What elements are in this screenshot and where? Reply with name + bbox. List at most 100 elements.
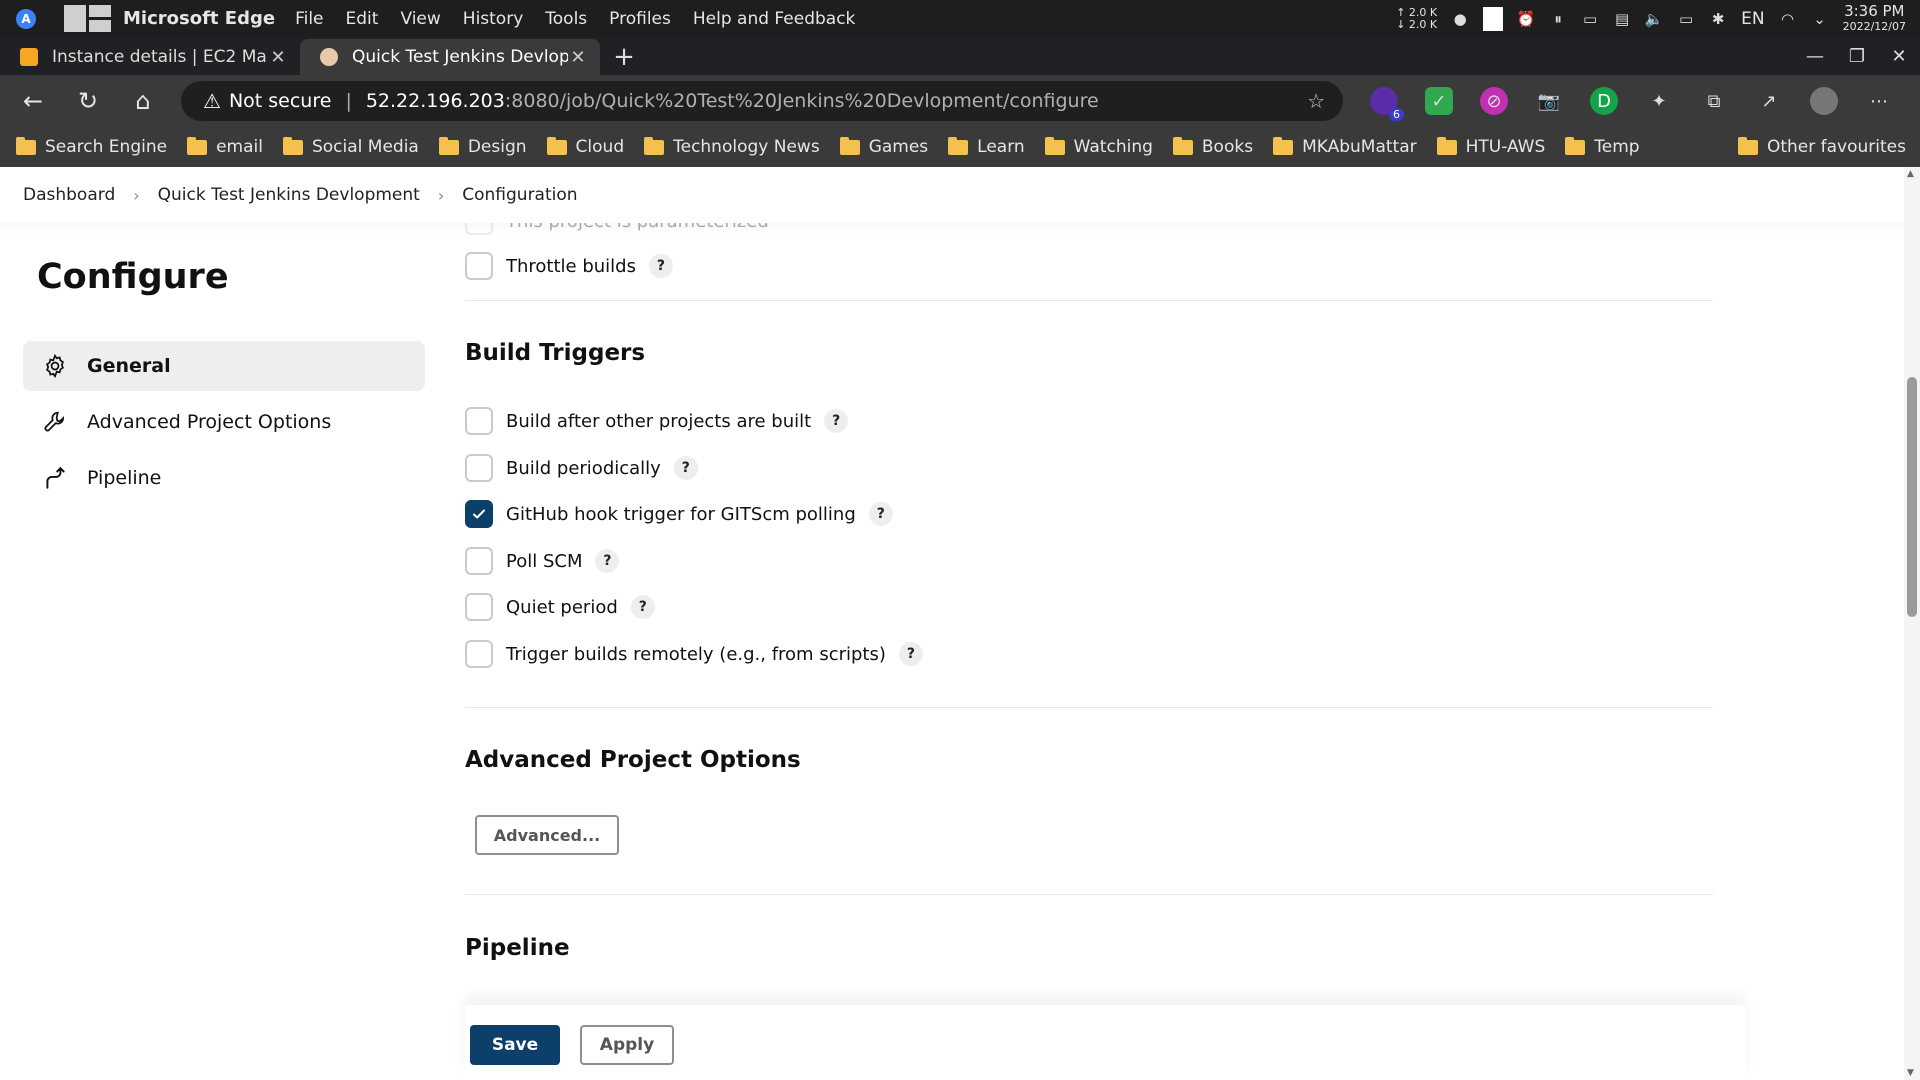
trigger-github-hook[interactable]: GitHub hook trigger for GITScm polling ?: [465, 500, 893, 528]
bookmark-folder[interactable]: Temp: [1565, 136, 1640, 157]
note-icon[interactable]: [1483, 6, 1504, 31]
advanced-button[interactable]: Advanced...: [475, 815, 619, 855]
sidebar-item-advanced[interactable]: Advanced Project Options: [23, 397, 425, 447]
scroll-down-icon[interactable]: ▼: [1907, 1068, 1914, 1078]
checkbox[interactable]: [465, 252, 493, 280]
page-scrollbar[interactable]: ▲ ▼: [1904, 167, 1920, 1080]
help-icon[interactable]: ?: [673, 456, 698, 480]
bookmarks-bar: Search Engine email Social Media Design …: [0, 127, 1920, 167]
clock[interactable]: 3:36 PM 2022/12/07: [1843, 3, 1906, 34]
breadcrumb-dashboard[interactable]: Dashboard: [23, 185, 115, 205]
bookmark-folder[interactable]: Design: [438, 136, 527, 157]
breadcrumb-configuration[interactable]: Configuration: [462, 185, 577, 205]
bookmark-other-favourites[interactable]: Other favourites: [1737, 136, 1906, 157]
menu-view[interactable]: View: [400, 9, 440, 29]
back-icon[interactable]: ←: [11, 79, 55, 123]
sidebar-item-pipeline[interactable]: Pipeline: [23, 453, 425, 503]
more-menu-icon[interactable]: ⋯: [1865, 87, 1893, 115]
bookmark-folder[interactable]: Technology News: [644, 136, 820, 157]
trigger-quiet-period[interactable]: Quiet period ?: [465, 593, 655, 621]
chevron-down-icon[interactable]: ⌄: [1811, 10, 1829, 28]
profile-avatar[interactable]: [1810, 87, 1838, 115]
scrollbar-thumb[interactable]: [1907, 377, 1917, 617]
scroll-up-icon[interactable]: ▲: [1907, 169, 1914, 179]
apply-button[interactable]: Apply: [580, 1025, 674, 1065]
app-launcher-icon[interactable]: A: [16, 8, 36, 29]
extension-badge-icon[interactable]: 6: [1370, 87, 1404, 121]
language-indicator[interactable]: EN: [1741, 9, 1764, 29]
checkbox[interactable]: [465, 593, 493, 621]
help-icon[interactable]: ?: [824, 409, 849, 433]
bookmark-folder[interactable]: Search Engine: [16, 136, 167, 157]
folder-icon: [1565, 136, 1586, 155]
checkbox[interactable]: [465, 547, 493, 575]
bookmark-folder[interactable]: Learn: [948, 136, 1025, 157]
sidebar-item-general[interactable]: General: [23, 341, 425, 391]
checkbox-checked[interactable]: [465, 500, 493, 528]
help-icon[interactable]: ?: [648, 254, 673, 278]
clipboard-icon[interactable]: ▤: [1613, 10, 1631, 28]
volume-icon[interactable]: 🔈: [1645, 10, 1664, 28]
wifi-icon[interactable]: ◠: [1779, 10, 1797, 28]
bookmark-folder[interactable]: Cloud: [546, 136, 624, 157]
url-host: 52.22.196.203: [365, 90, 505, 112]
help-icon[interactable]: ?: [630, 595, 655, 619]
battery-icon[interactable]: ▭: [1677, 10, 1695, 28]
menu-profiles[interactable]: Profiles: [609, 9, 671, 29]
terminal-icon[interactable]: ▭: [1581, 10, 1599, 28]
bookmark-folder[interactable]: MKAbuMattar: [1273, 136, 1417, 157]
bluetooth-icon[interactable]: ✱: [1709, 10, 1727, 28]
security-label[interactable]: Not secure: [229, 90, 332, 112]
address-bar[interactable]: ⚠ Not secure | 52.22.196.203 :8080/job/Q…: [181, 81, 1343, 121]
puzzle-icon[interactable]: ✦: [1645, 87, 1673, 115]
shield-icon[interactable]: ✓: [1425, 87, 1453, 115]
grammar-icon[interactable]: D: [1590, 87, 1618, 115]
close-icon[interactable]: ✕: [568, 47, 588, 68]
checkbox[interactable]: [465, 407, 493, 435]
camera-icon[interactable]: 📷: [1535, 87, 1563, 115]
trigger-builds-remotely[interactable]: Trigger builds remotely (e.g., from scri…: [465, 640, 923, 668]
alarm-icon[interactable]: ⏰: [1517, 10, 1536, 28]
trigger-build-after-other[interactable]: Build after other projects are built ?: [465, 407, 849, 435]
minimize-icon[interactable]: —: [1794, 46, 1836, 67]
menu-history[interactable]: History: [463, 9, 523, 29]
pause-icon[interactable]: ⏸: [1549, 10, 1567, 28]
tab-jenkins[interactable]: Quick Test Jenkins Devlopment Config [Je…: [300, 39, 600, 75]
page-title: Configure: [37, 257, 229, 297]
share-icon[interactable]: ↗: [1755, 87, 1783, 115]
bookmark-folder[interactable]: Games: [839, 136, 928, 157]
blocker-icon[interactable]: ⊘: [1480, 87, 1508, 115]
workspace-switcher-icon[interactable]: [64, 5, 111, 32]
option-throttle-builds[interactable]: Throttle builds ?: [465, 252, 673, 280]
bookmark-folder[interactable]: HTU-AWS: [1436, 136, 1545, 157]
close-window-icon[interactable]: ✕: [1878, 46, 1920, 67]
favorite-star-icon[interactable]: ☆: [1307, 89, 1325, 113]
help-icon[interactable]: ?: [898, 642, 923, 666]
record-icon[interactable]: ●: [1451, 10, 1469, 28]
new-tab-button[interactable]: +: [604, 39, 644, 75]
warning-icon[interactable]: ⚠: [203, 89, 221, 113]
trigger-poll-scm[interactable]: Poll SCM ?: [465, 547, 620, 575]
menu-file[interactable]: File: [295, 9, 323, 29]
tab-ec2[interactable]: Instance details | EC2 Management Consol…: [0, 39, 300, 75]
help-icon[interactable]: ?: [868, 502, 893, 526]
bookmark-folder[interactable]: Books: [1172, 136, 1253, 157]
menu-tools[interactable]: Tools: [545, 9, 587, 29]
bookmark-folder[interactable]: Social Media: [282, 136, 419, 157]
trigger-build-periodically[interactable]: Build periodically ?: [465, 454, 698, 482]
folder-icon: [948, 136, 969, 155]
help-icon[interactable]: ?: [595, 549, 620, 573]
close-icon[interactable]: ✕: [268, 47, 288, 68]
checkbox[interactable]: [465, 454, 493, 482]
refresh-icon[interactable]: ↻: [66, 79, 110, 123]
home-icon[interactable]: ⌂: [121, 79, 165, 123]
menu-help[interactable]: Help and Feedback: [693, 9, 856, 29]
bookmark-folder[interactable]: email: [187, 136, 263, 157]
menu-edit[interactable]: Edit: [346, 9, 379, 29]
checkbox[interactable]: [465, 640, 493, 668]
restore-icon[interactable]: ❐: [1836, 46, 1878, 67]
breadcrumb-job[interactable]: Quick Test Jenkins Devlopment: [158, 185, 420, 205]
save-button[interactable]: Save: [470, 1025, 560, 1065]
bookmark-folder[interactable]: Watching: [1044, 136, 1153, 157]
collections-icon[interactable]: ⧉: [1700, 87, 1728, 115]
